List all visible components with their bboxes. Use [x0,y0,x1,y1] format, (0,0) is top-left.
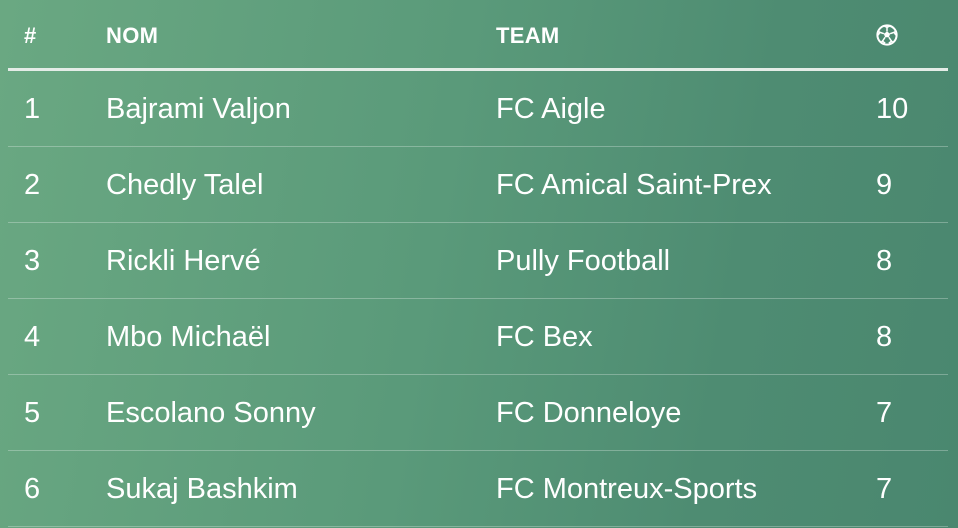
table-row[interactable]: 3 Rickli Hervé Pully Football 8 [8,223,948,299]
team-name-cell: FC Montreux-Sports [496,473,758,505]
table-header: # NOM TEAM [8,0,948,71]
table-body: 1 Bajrami Valjon FC Aigle 10 2 Chedly Talel FC… [8,71,948,527]
player-name-cell: Chedly Talel [106,169,264,201]
soccer-ball-icon [876,24,898,46]
player-name-cell: Sukaj Bashkim [106,473,298,505]
team-name-cell: Pully Football [496,245,671,277]
team-name-cell: FC Amical Saint-Prex [496,169,772,201]
player-name-cell: Mbo Michaël [106,321,271,353]
goals-cell: 10 [876,93,909,125]
player-name-cell: Bajrami Valjon [106,93,291,125]
goals-cell: 8 [876,245,893,277]
table-row[interactable]: 5 Escolano Sonny FC Donneloye 7 [8,375,948,451]
player-name-cell: Escolano Sonny [106,397,316,429]
goals-cell: 9 [876,169,893,201]
table-row[interactable]: 1 Bajrami Valjon FC Aigle 10 [8,71,948,147]
team-name-cell: FC Donneloye [496,397,682,429]
goals-cell: 7 [876,473,893,505]
table-row[interactable]: 4 Mbo Michaël FC Bex 8 [8,299,948,375]
rank-cell: 5 [24,397,41,429]
goals-cell: 8 [876,321,893,353]
rank-cell: 2 [24,169,41,201]
rank-column-header[interactable]: # [24,23,37,49]
goals-cell: 7 [876,397,893,429]
table-row[interactable]: 6 Sukaj Bashkim FC Montreux-Sports 7 [8,451,948,527]
rank-cell: 4 [24,321,41,353]
team-name-cell: FC Bex [496,321,593,353]
rank-cell: 1 [24,93,41,125]
rank-cell: 3 [24,245,41,277]
goals-column-header[interactable] [876,23,898,52]
rank-cell: 6 [24,473,41,505]
scorers-table: # NOM TEAM 1 Bajrami Valjon FC Aigle 10 2 Che… [8,0,948,527]
team-name-cell: FC Aigle [496,93,606,125]
player-name-cell: Rickli Hervé [106,245,261,277]
table-row[interactable]: 2 Chedly Talel FC Amical Saint-Prex 9 [8,147,948,223]
team-column-header[interactable]: TEAM [496,23,560,49]
name-column-header[interactable]: NOM [106,23,158,49]
